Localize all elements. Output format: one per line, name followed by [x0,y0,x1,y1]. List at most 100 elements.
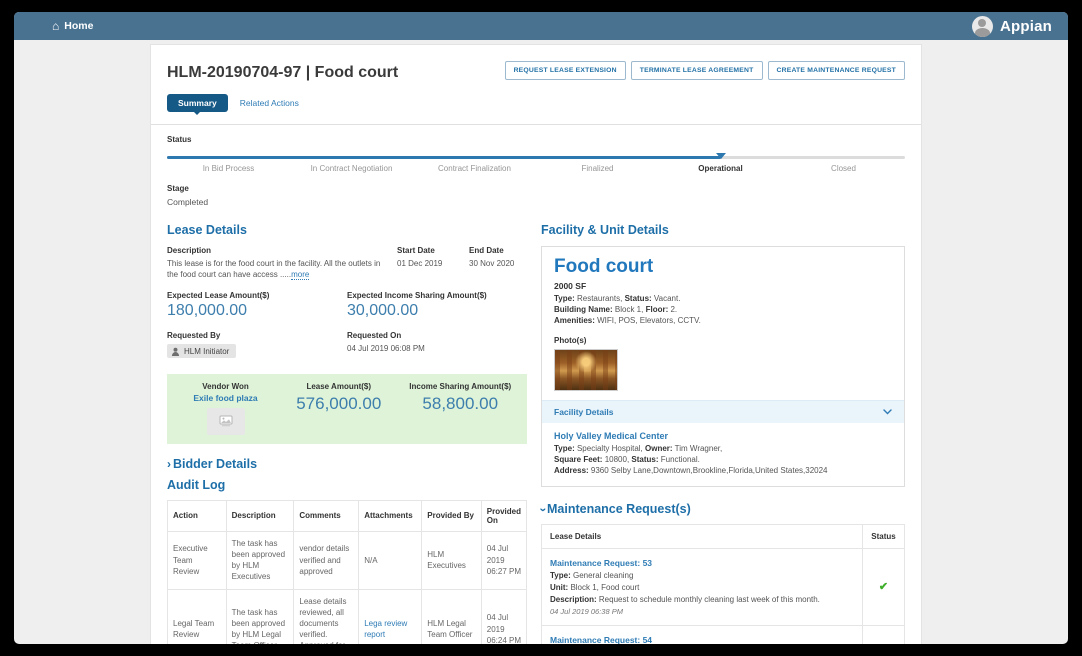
page-title: HLM-20190704-97 | Food court [167,61,398,82]
progress-caret-icon [716,153,726,159]
facility-unit-details-heading: Facility & Unit Details [541,223,905,237]
audit-cell-provided-by: HLM Executives [422,531,482,589]
unit-amenities-line: Amenities: WIFI, POS, Elevators, CCTV. [554,315,892,326]
audit-col-attachments: Attachments [359,500,422,531]
top-nav-bar: ⌂ Home Appian [14,12,1068,40]
record-card: HLM-20190704-97 | Food court REQUEST LEA… [150,44,922,644]
image-placeholder-icon [219,415,233,427]
audit-col-provided-by: Provided By [422,500,482,531]
request-lease-extension-button[interactable]: REQUEST LEASE EXTENSION [505,61,626,80]
divider [151,124,921,125]
create-maintenance-request-button[interactable]: CREATE MAINTENANCE REQUEST [768,61,906,80]
maintenance-request-link[interactable]: Maintenance Request: 53 [550,557,854,570]
maintenance-request-link[interactable]: Maintenance Request: 54 [550,634,854,644]
audit-cell-description: The task has been approved by HLM Legal … [226,589,294,644]
requested-by-user-chip[interactable]: HLM Initiator [167,344,236,358]
avatar-body-icon [975,28,990,37]
description-label: Description [167,246,387,255]
end-date-label: End Date [469,246,527,255]
lease-details-column: Lease Details Description This lease is … [167,223,527,644]
tab-summary[interactable]: Summary [167,94,228,112]
facility-type-owner-line: Type: Specialty Hospital, Owner: Tim Wra… [554,443,892,454]
stage-value: Completed [167,197,905,207]
vendor-won-label: Vendor Won [173,382,278,391]
unit-type-status-line: Type: Restaurants, Status: Vacant. [554,293,892,304]
description-more-link[interactable]: more [291,270,309,280]
audit-col-description: Description [226,500,294,531]
audit-col-action: Action [168,500,227,531]
end-date-value: 30 Nov 2020 [469,258,527,269]
bidder-details-label: Bidder Details [173,457,257,471]
requested-on-label: Requested On [347,331,527,340]
title-row: HLM-20190704-97 | Food court REQUEST LEA… [167,61,905,82]
status-steps: In Bid Process In Contract Negotiation C… [167,164,905,173]
audit-cell-provided-by: HLM Legal Team Officer [422,589,482,644]
lease-details-heading: Lease Details [167,223,527,237]
maintenance-requests-toggle[interactable]: › Maintenance Request(s) [541,502,905,516]
audit-col-provided-on: Provided On [481,500,526,531]
photos-label: Photo(s) [554,336,892,345]
audit-cell-action: Executive Team Review [168,531,227,589]
record-tabs: Summary Related Actions [167,94,905,112]
audit-log-heading: Audit Log [167,478,527,492]
maintenance-row: Maintenance Request: 54 Type: Snow remov… [542,626,905,644]
vendor-won-panel: Vendor Won Exile food plaza Lease Amount… [167,374,527,444]
audit-cell-description: The task has been approved by HLM Execut… [226,531,294,589]
step-closed: Closed [782,164,905,173]
user-avatar[interactable] [972,16,993,37]
tab-related-actions[interactable]: Related Actions [240,98,299,108]
description-text: This lease is for the food court in the … [167,258,387,280]
vendor-lease-amount-value: 576,000.00 [278,394,400,414]
expected-income-amount-label: Expected Income Sharing Amount($) [347,291,527,300]
audit-log-table: Action Description Comments Attachments … [167,500,527,644]
facility-column: Facility & Unit Details Food court 2000 … [541,223,905,644]
unit-size: 2000 SF [554,281,892,291]
facility-address-line: Address: 9360 Selby Lane,Downtown,Brookl… [554,465,892,476]
maintenance-description-line: Description: Request to schedule monthly… [550,594,854,606]
step-in-bid-process: In Bid Process [167,164,290,173]
audit-row: Legal Team Review The task has been appr… [168,589,527,644]
progress-fill [167,156,721,159]
home-button[interactable]: ⌂ Home [52,20,93,32]
expected-income-amount-value: 30,000.00 [347,302,527,320]
requested-on-value: 04 Jul 2019 06:08 PM [347,343,527,354]
bidder-details-toggle[interactable]: › Bidder Details [167,457,527,471]
chevron-down-icon: › [537,508,551,512]
vendor-document-thumbnail[interactable] [207,408,245,435]
vendor-name-link[interactable]: Exile food plaza [173,393,278,403]
audit-cell-comments: Lease details reviewed, all documents ve… [294,589,359,644]
stage-section: Stage Completed [167,184,905,207]
facility-unit-panel: Food court 2000 SF Type: Restaurants, St… [541,246,905,487]
status-done-icon: ✔ [879,581,888,593]
requested-by-label: Requested By [167,331,347,340]
start-date-value: 01 Dec 2019 [397,258,459,269]
maintenance-section: › Maintenance Request(s) Lease Details S… [541,502,905,644]
unit-name: Food court [554,256,892,278]
unit-photo-thumbnail[interactable] [554,349,618,391]
audit-col-comments: Comments [294,500,359,531]
audit-row: Executive Team Review The task has been … [168,531,527,589]
maintenance-col-lease-details: Lease Details [542,525,863,549]
appian-logo: Appian [1000,18,1052,35]
chevron-right-icon: › [167,457,171,471]
audit-cell-provided-on: 04 Jul 2019 06:27 PM [481,531,526,589]
facility-details-accordion[interactable]: Facility Details [542,400,904,423]
start-date-label: Start Date [397,246,459,255]
status-progress-bar [167,152,905,164]
facility-details-header: Facility Details [554,407,614,417]
terminate-lease-agreement-button[interactable]: TERMINATE LEASE AGREEMENT [631,61,763,80]
facility-details-body: Holy Valley Medical Center Type: Special… [542,423,904,487]
maintenance-col-status: Status [863,525,905,549]
maintenance-requests-heading: Maintenance Request(s) [547,502,691,516]
chevron-down-icon [883,409,892,415]
vendor-lease-amount-label: Lease Amount($) [278,382,400,391]
step-operational: Operational [659,164,782,173]
audit-cell-attachments: N/A [359,531,422,589]
maintenance-table: Lease Details Status Maintenance Request… [541,524,905,644]
maintenance-row: Maintenance Request: 53 Type: General cl… [542,549,905,626]
maintenance-timestamp: 04 Jul 2019 06:38 PM [550,606,854,617]
attachment-link[interactable]: Lega review report [364,619,407,639]
maintenance-unit-line: Unit: Block 1, Food court [550,582,854,594]
facility-name-link[interactable]: Holy Valley Medical Center [554,431,892,441]
lease-summary-grid: Description This lease is for the food c… [167,246,527,280]
